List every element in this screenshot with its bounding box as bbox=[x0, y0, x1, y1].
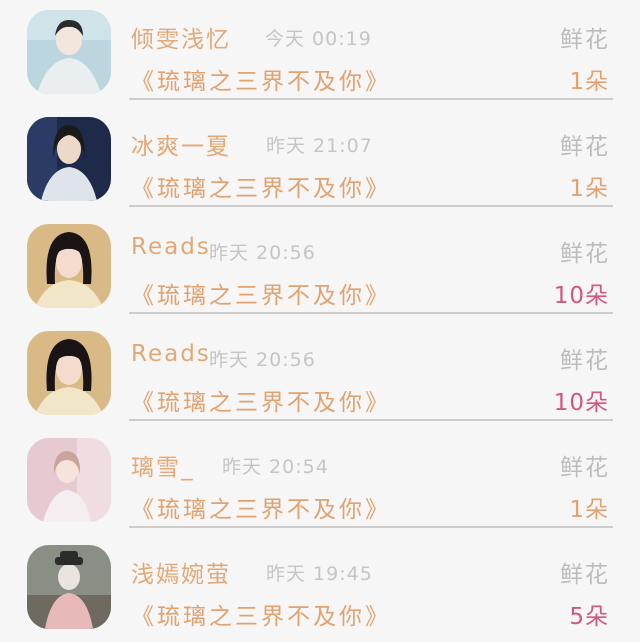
list-item[interactable]: 冰爽一夏 昨天 21:07 鲜花 《琉璃之三界不及你》 1朵 bbox=[0, 107, 640, 214]
book-title[interactable]: 《琉璃之三界不及你》 bbox=[131, 597, 391, 631]
avatar-image bbox=[27, 331, 111, 415]
list-item[interactable]: 璃雪_ 昨天 20:54 鲜花 《琉璃之三界不及你》 1朵 bbox=[0, 428, 640, 535]
avatar-image bbox=[27, 545, 111, 629]
flower-count: 1朵 bbox=[569, 497, 609, 523]
divider bbox=[129, 419, 613, 421]
list-item[interactable]: 倾雯浅忆 今天 00:19 鲜花 《琉璃之三界不及你》 1朵 bbox=[0, 0, 640, 107]
timestamp: 昨天 19:45 bbox=[266, 563, 373, 585]
user-name[interactable]: 冰爽一夏 bbox=[131, 127, 231, 161]
avatar-image bbox=[27, 10, 111, 94]
book-title[interactable]: 《琉璃之三界不及你》 bbox=[131, 62, 391, 96]
book-title[interactable]: 《琉璃之三界不及你》 bbox=[131, 169, 391, 203]
divider bbox=[129, 98, 613, 100]
divider bbox=[129, 526, 613, 528]
user-name[interactable]: 璃雪_ bbox=[131, 448, 195, 482]
avatar[interactable] bbox=[27, 10, 111, 94]
flower-count: 1朵 bbox=[569, 176, 609, 202]
divider bbox=[129, 312, 613, 314]
book-title[interactable]: 《琉璃之三界不及你》 bbox=[131, 490, 391, 524]
avatar[interactable] bbox=[27, 438, 111, 522]
book-title[interactable]: 《琉璃之三界不及你》 bbox=[131, 383, 391, 417]
avatar-image bbox=[27, 224, 111, 308]
timestamp: 昨天 20:54 bbox=[222, 456, 329, 478]
timestamp: 昨天 20:56 bbox=[209, 349, 316, 371]
divider bbox=[129, 205, 613, 207]
flower-label: 鲜花 bbox=[560, 241, 610, 267]
flower-label: 鲜花 bbox=[560, 455, 610, 481]
flower-gift-list: 倾雯浅忆 今天 00:19 鲜花 《琉璃之三界不及你》 1朵 冰爽一夏 昨天 2… bbox=[0, 0, 640, 634]
user-name[interactable]: Reads bbox=[131, 234, 211, 260]
timestamp: 昨天 20:56 bbox=[209, 242, 316, 264]
book-title[interactable]: 《琉璃之三界不及你》 bbox=[131, 276, 391, 310]
avatar[interactable] bbox=[27, 545, 111, 629]
flower-count: 5朵 bbox=[569, 604, 609, 630]
flower-count: 10朵 bbox=[553, 283, 609, 309]
flower-label: 鲜花 bbox=[560, 562, 610, 588]
avatar[interactable] bbox=[27, 224, 111, 308]
timestamp: 昨天 21:07 bbox=[266, 135, 373, 157]
avatar[interactable] bbox=[27, 331, 111, 415]
list-item[interactable]: Reads 昨天 20:56 鲜花 《琉璃之三界不及你》 10朵 bbox=[0, 321, 640, 428]
avatar[interactable] bbox=[27, 117, 111, 201]
list-item[interactable]: Reads 昨天 20:56 鲜花 《琉璃之三界不及你》 10朵 bbox=[0, 214, 640, 321]
user-name[interactable]: Reads bbox=[131, 341, 211, 367]
user-name[interactable]: 倾雯浅忆 bbox=[131, 20, 231, 54]
avatar-image bbox=[27, 117, 111, 201]
flower-count: 10朵 bbox=[553, 390, 609, 416]
flower-label: 鲜花 bbox=[560, 134, 610, 160]
list-item[interactable]: 浅嫣婉萤 昨天 19:45 鲜花 《琉璃之三界不及你》 5朵 bbox=[0, 535, 640, 642]
flower-label: 鲜花 bbox=[560, 348, 610, 374]
timestamp: 今天 00:19 bbox=[265, 28, 372, 50]
user-name[interactable]: 浅嫣婉萤 bbox=[131, 555, 231, 589]
flower-label: 鲜花 bbox=[560, 27, 610, 53]
avatar-image bbox=[27, 438, 111, 522]
flower-count: 1朵 bbox=[569, 69, 609, 95]
